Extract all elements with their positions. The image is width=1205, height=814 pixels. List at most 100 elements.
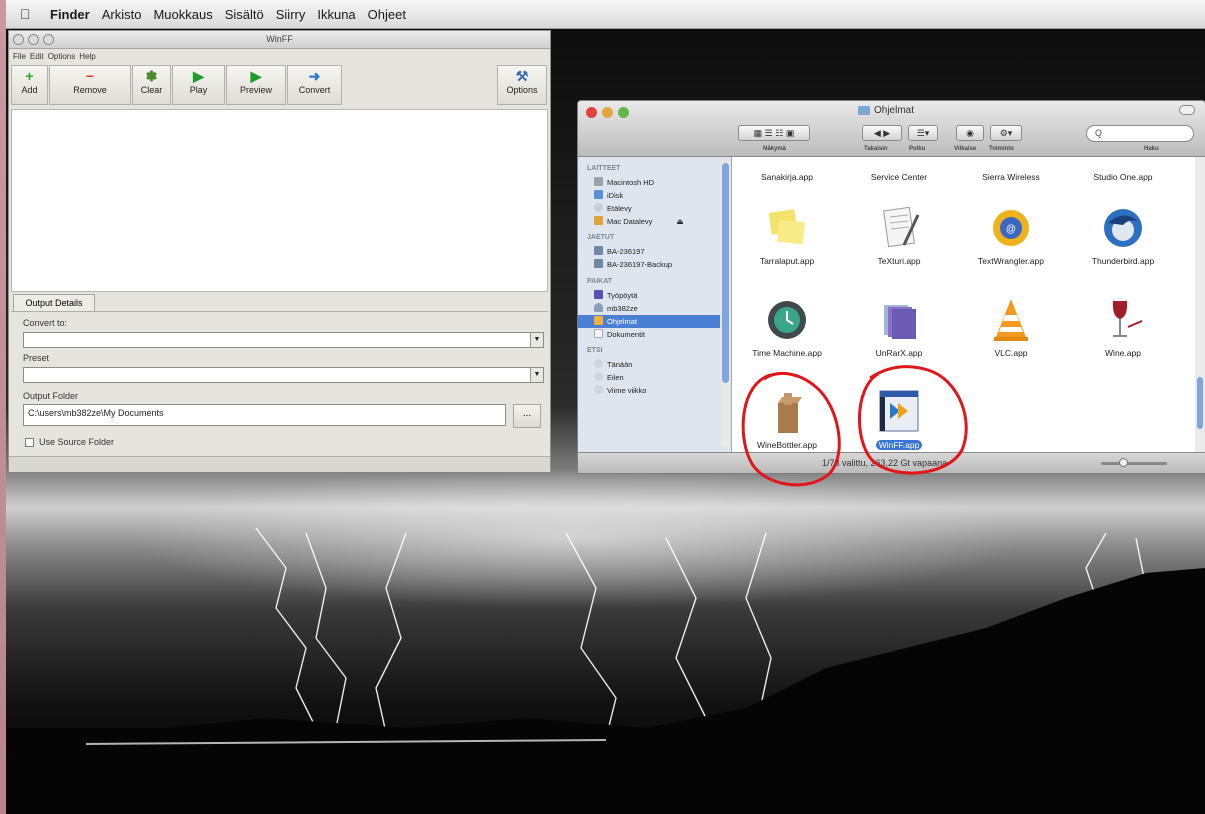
menu-muokkaus[interactable]: Muokkaus: [153, 7, 212, 22]
sidebar-scrollbar[interactable]: [721, 161, 730, 447]
menu-options[interactable]: Options: [48, 52, 76, 61]
back-forward-control[interactable]: ◀ ▶: [862, 125, 902, 141]
sidebar-item-label: iDisk: [607, 191, 624, 200]
network-computer-icon: [594, 259, 603, 268]
app-item-texturi[interactable]: TeXturi.app: [844, 205, 954, 269]
finder-window-controls: [586, 107, 629, 118]
app-item-sierra-wireless[interactable]: Sierra Wireless: [956, 167, 1066, 185]
menu-siirry[interactable]: Siirry: [276, 7, 306, 22]
app-item-service-center[interactable]: Service Center: [844, 167, 954, 185]
app-item-unrarx[interactable]: UnRarX.app: [844, 297, 954, 361]
app-item-vlc[interactable]: VLC.app: [956, 297, 1066, 361]
menu-file[interactable]: File: [13, 52, 26, 61]
menu-edit[interactable]: Edit: [30, 52, 44, 61]
quicklook-eye-icon[interactable]: ◉: [956, 125, 984, 141]
tab-output-details[interactable]: Output Details: [13, 294, 95, 311]
app-item-wine[interactable]: Wine.app: [1068, 297, 1178, 361]
close-button[interactable]: [586, 107, 597, 118]
convert-button[interactable]: ➜ Convert: [287, 65, 342, 105]
add-button[interactable]: + Add: [11, 65, 48, 105]
sidebar-item-label: Viime viikko: [607, 386, 647, 395]
convert-to-select[interactable]: ▼: [23, 332, 544, 348]
sidebar-item-macintosh-hd[interactable]: Macintosh HD: [594, 177, 654, 189]
app-item-sanakirja[interactable]: Sanakirja.app: [732, 167, 842, 185]
winff-menubar: File Edit Options Help: [9, 49, 550, 63]
sidebar-item-mb382ze[interactable]: mb382ze: [594, 303, 638, 315]
eject-icon[interactable]: ⏏: [676, 217, 683, 226]
idisk-icon: [594, 190, 603, 199]
zoom-button[interactable]: [618, 107, 629, 118]
sidebar-item-label: BA-236197-Backup: [607, 260, 673, 269]
file-list[interactable]: [11, 109, 548, 292]
app-item-time-machine[interactable]: Time Machine.app: [732, 297, 842, 361]
wine-glass-icon: [1112, 301, 1143, 337]
sidebar-item-ba-236197-backup[interactable]: BA-236197-Backup: [594, 259, 672, 271]
toolbar-toggle-button[interactable]: [1179, 105, 1195, 115]
sidebar-header-devices: LAITTEET: [587, 165, 621, 172]
browse-folder-button[interactable]: ...: [513, 404, 541, 428]
minimize-button[interactable]: [602, 107, 613, 118]
menu-app-finder[interactable]: Finder: [50, 7, 90, 22]
winff-icon: [879, 390, 919, 432]
winff-titlebar[interactable]: WinFF: [9, 31, 550, 49]
preset-select[interactable]: ▼: [23, 367, 544, 383]
app-item-tarralaput[interactable]: Tarralaput.app: [732, 205, 842, 269]
sidebar-item-ohjelmat[interactable]: Ohjelmat: [594, 316, 637, 328]
menu-help[interactable]: Help: [79, 52, 95, 61]
action-gear-icon[interactable]: ⚙▾: [990, 125, 1022, 141]
preview-button[interactable]: ▶ Preview: [226, 65, 286, 105]
view-mode-control[interactable]: ▦ ☰ ☷ ▣: [738, 125, 810, 141]
content-scrollbar[interactable]: [1195, 157, 1205, 452]
sidebar-item-viime-viikko[interactable]: Viime viikko: [594, 385, 646, 397]
remove-label: Remove: [73, 85, 107, 95]
sidebar-item-etalevy[interactable]: Etälevy: [594, 203, 632, 215]
menu-ohjeet[interactable]: Ohjeet: [368, 7, 406, 22]
menu-sisalto[interactable]: Sisältö: [225, 7, 264, 22]
remove-button[interactable]: − Remove: [49, 65, 131, 105]
sidebar-item-dokumentit[interactable]: Dokumentit: [594, 329, 645, 341]
sidebar-scroll-thumb[interactable]: [722, 163, 729, 383]
app-item-winebottler[interactable]: WineBottler.app: [732, 389, 842, 453]
convert-icon: ➜: [308, 68, 321, 84]
menu-arkisto[interactable]: Arkisto: [102, 7, 142, 22]
sidebar-item-label: Etälevy: [607, 204, 632, 213]
search-input[interactable]: Q: [1086, 125, 1194, 142]
convert-label: Convert: [298, 85, 331, 95]
apple-menu-icon[interactable]: : [20, 6, 42, 22]
content-scroll-thumb[interactable]: [1197, 377, 1203, 429]
left-edge-strip: [0, 0, 6, 814]
sidebar-item-tanaan[interactable]: Tänään: [594, 359, 632, 371]
slider-knob[interactable]: [1119, 458, 1128, 467]
sidebar-item-label: Eilen: [607, 373, 624, 382]
sidebar-item-tyopoyta[interactable]: Työpöytä: [594, 290, 637, 302]
sidebar-item-label: BA-236197: [607, 247, 645, 256]
output-details-panel: Convert to: ▼ Preset ▼ Output Folder C:\…: [11, 312, 548, 454]
thunderbird-icon: [1104, 209, 1142, 247]
finder-title: Ohjelmat: [858, 105, 914, 116]
sidebar-item-label: Ohjelmat: [607, 317, 638, 326]
app-item-studio-one[interactable]: Studio One.app: [1068, 167, 1178, 185]
zoom-button[interactable]: [43, 34, 54, 45]
sidebar-item-ba-236197[interactable]: BA-236197: [594, 246, 645, 258]
icon-size-slider[interactable]: [1101, 458, 1167, 467]
app-item-textwrangler[interactable]: @ TextWrangler.app: [956, 205, 1066, 269]
menu-ikkuna[interactable]: Ikkuna: [317, 7, 355, 22]
options-button[interactable]: ⚒ Options: [497, 65, 547, 105]
play-button[interactable]: ▶ Play: [172, 65, 225, 105]
app-item-winff[interactable]: WinFF.app: [844, 389, 954, 453]
minimize-button[interactable]: [28, 34, 39, 45]
hard-disk-icon: [594, 177, 603, 186]
sidebar-item-idisk[interactable]: iDisk: [594, 190, 623, 202]
use-source-folder-label: Use Source Folder: [39, 437, 115, 447]
path-button[interactable]: ☰▾: [908, 125, 938, 141]
app-item-thunderbird[interactable]: Thunderbird.app: [1068, 205, 1178, 269]
sidebar-item-eilen[interactable]: Eilen: [594, 372, 624, 384]
output-folder-input[interactable]: C:\users\mb382ze\My Documents: [23, 404, 506, 426]
folder-icon: [858, 105, 870, 115]
sidebar-item-mac-datalevy[interactable]: Mac Datalevy ⏏: [594, 216, 684, 228]
close-button[interactable]: [13, 34, 24, 45]
app-name: Tarralaput.app: [759, 256, 815, 266]
use-source-folder-checkbox[interactable]: [25, 438, 34, 447]
clear-button[interactable]: ✽ Clear: [132, 65, 171, 105]
winff-tabs: Output Details: [11, 293, 548, 312]
